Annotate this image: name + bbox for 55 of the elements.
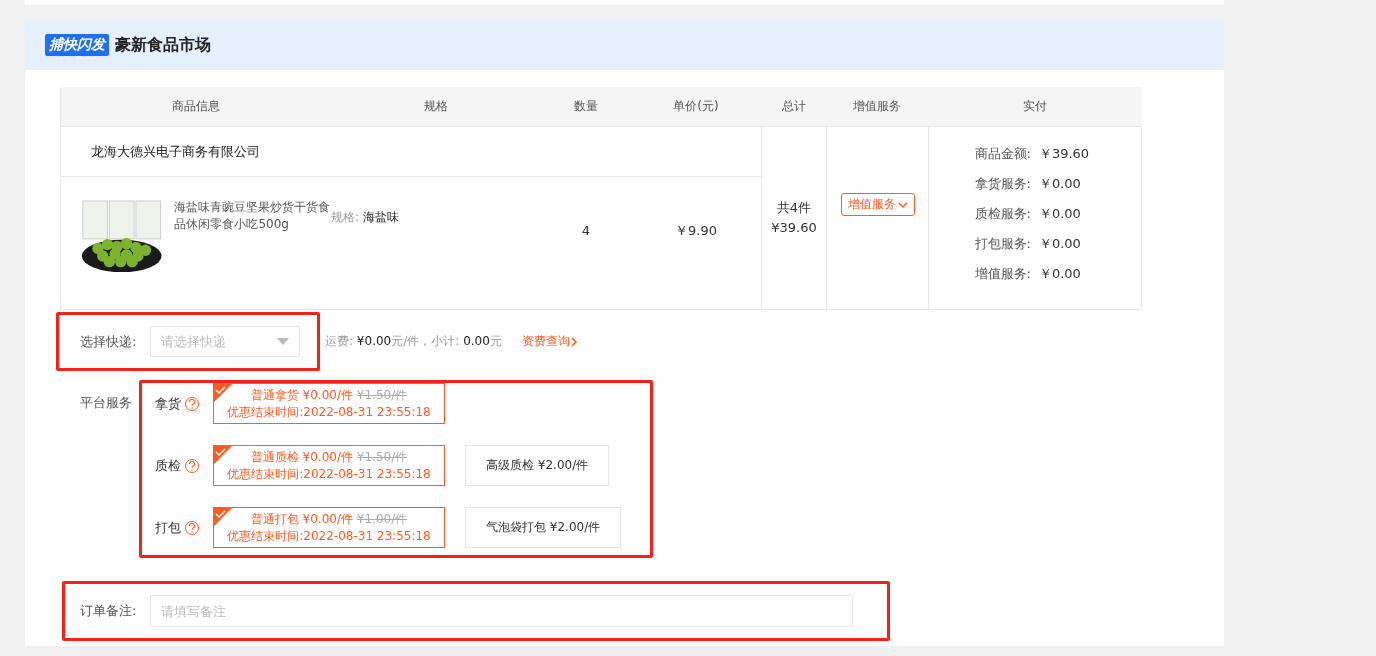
- payment-label: 商品金额:: [973, 145, 1031, 163]
- brand-logo: 捕快闪发: [45, 34, 109, 56]
- column-header: 总计: [761, 87, 826, 127]
- service-name: 打包: [155, 518, 182, 537]
- shipping-fee-text: 运费: ¥0.00元/件，小计: 0.00元: [325, 333, 502, 350]
- payment-amount: ￥0.00: [1038, 235, 1081, 253]
- payment-amount: ￥0.00: [1038, 265, 1081, 283]
- store-name: 豪新食品市场: [115, 34, 211, 56]
- column-header: 数量: [541, 87, 631, 127]
- service-option[interactable]: 气泡袋打包 ¥2.00/件: [465, 507, 622, 548]
- check-corner-icon: [214, 446, 232, 464]
- column-header: 增值服务: [826, 87, 928, 127]
- service-option[interactable]: 普通拿货 ¥0.00/件 ¥1.50/件 优惠结束时间:2022-08-31 23:55:18: [213, 383, 445, 424]
- product-title[interactable]: 海盐味青豌豆坚果炒货干货食品休闲零食小吃500g: [174, 199, 331, 233]
- spec-label: 规格:: [331, 209, 360, 226]
- service-option[interactable]: 高级质检 ¥2.00/件: [465, 445, 610, 486]
- payment-amount: ￥0.00: [1038, 205, 1081, 223]
- remark-label: 订单备注:: [80, 602, 137, 620]
- payment-label: 打包服务:: [973, 235, 1031, 253]
- remark-input-field[interactable]: 请填写备注: [150, 595, 854, 627]
- option-note: 优惠结束时间:2022-08-31 23:55:18: [227, 403, 431, 421]
- total-text: 共4件: [776, 199, 812, 217]
- option-title: 普通打包 ¥0.00/件 ¥1.00/件: [250, 510, 408, 528]
- column-header: 单价(元): [631, 87, 761, 127]
- chevron-right-icon: [569, 336, 578, 347]
- payment-label: 增值服务:: [973, 265, 1031, 283]
- payment-amount: ￥0.00: [1038, 175, 1081, 193]
- service-option[interactable]: 普通打包 ¥0.00/件 ¥1.00/件 优惠结束时间:2022-08-31 23:55:18: [213, 507, 445, 548]
- chevron-down-icon: [897, 200, 908, 209]
- column-header: 规格: [331, 87, 541, 127]
- check-corner-icon: [214, 384, 232, 402]
- total-text: ¥39.60: [771, 219, 817, 237]
- dropdown-icon: [277, 338, 290, 345]
- payment-amount: ￥39.60: [1038, 145, 1090, 163]
- spec-value: 海盐味: [363, 209, 400, 226]
- service-name: 拿货: [155, 394, 182, 413]
- option-title: 普通拿货 ¥0.00/件 ¥1.50/件: [250, 386, 408, 404]
- quantity: 4: [581, 223, 591, 238]
- express-select[interactable]: 请选择快递: [150, 326, 301, 357]
- column-header: 商品信息: [61, 87, 331, 127]
- check-corner-icon: [214, 508, 232, 526]
- option-title: 普通质检 ¥0.00/件 ¥1.50/件: [250, 448, 408, 466]
- option-note: 优惠结束时间:2022-08-31 23:55:18: [227, 527, 431, 545]
- value-service-button[interactable]: 增值服务: [840, 193, 915, 216]
- payment-label: 拿货服务:: [973, 175, 1031, 193]
- fee-query-link[interactable]: 资费查询: [521, 333, 578, 350]
- payment-label: 质检服务:: [973, 205, 1031, 223]
- service-option[interactable]: 普通质检 ¥0.00/件 ¥1.50/件 优惠结束时间:2022-08-31 23:55:18: [213, 445, 445, 486]
- option-note: 优惠结束时间:2022-08-31 23:55:18: [227, 465, 431, 483]
- column-header: 实付: [928, 87, 1142, 127]
- unit-price: ￥9.90: [675, 221, 717, 240]
- shop-name: 龙海大德兴电子商务有限公司: [61, 127, 761, 177]
- express-label: 选择快递:: [80, 332, 137, 351]
- platform-service-label: 平台服务: [80, 394, 133, 412]
- service-name: 质检: [155, 456, 182, 475]
